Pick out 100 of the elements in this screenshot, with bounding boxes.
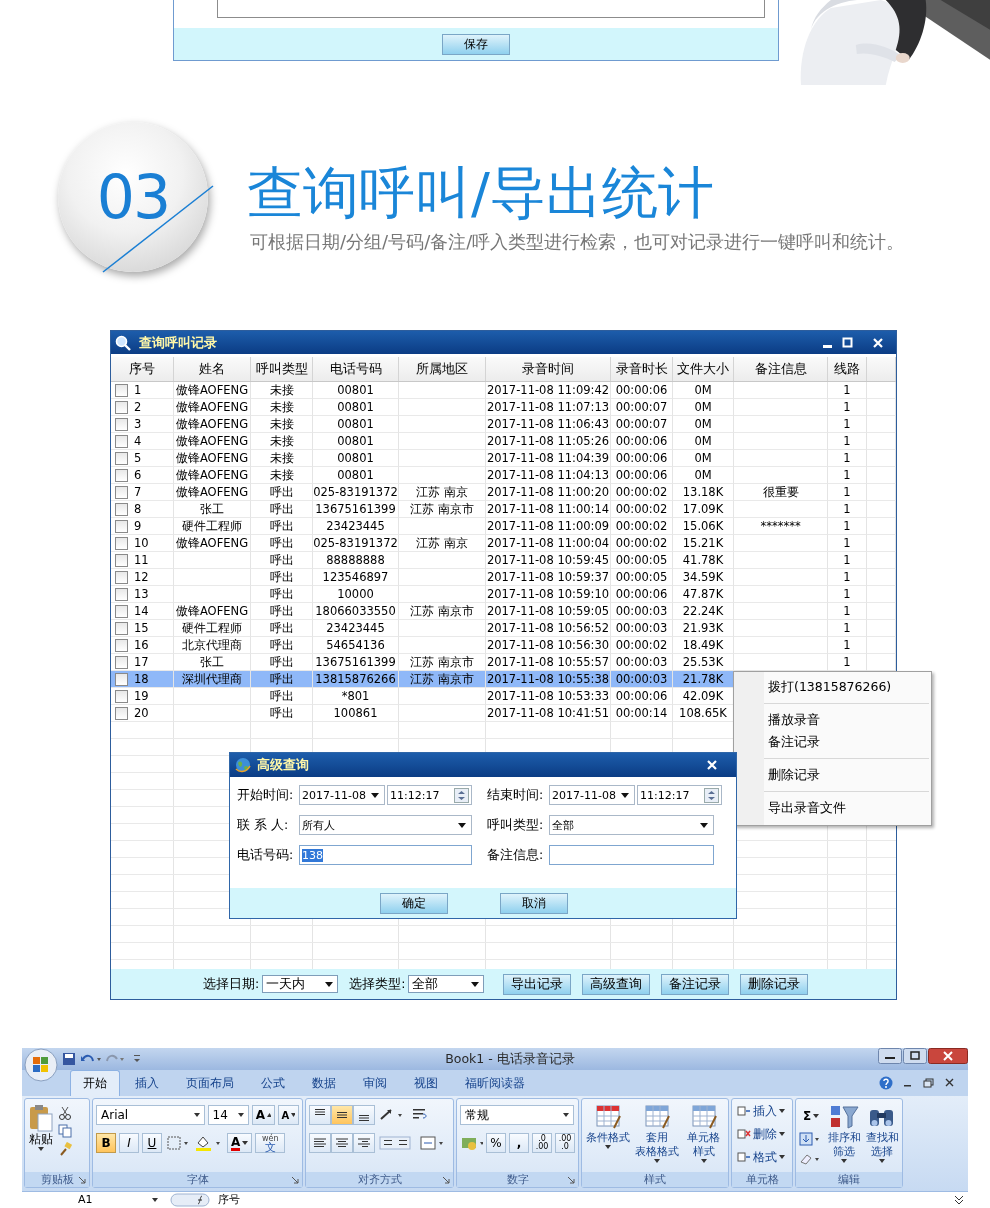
time-field[interactable]: 11:12:17 bbox=[387, 785, 472, 805]
ribbon-tab[interactable]: 福昕阅读器 bbox=[453, 1071, 537, 1096]
ribbon-tab[interactable]: 数据 bbox=[300, 1071, 348, 1096]
spinner-icon[interactable] bbox=[704, 787, 719, 803]
decrease-decimal-button[interactable]: .00 .0 bbox=[555, 1133, 575, 1153]
expand-icon[interactable] bbox=[954, 1194, 964, 1207]
checkbox[interactable] bbox=[115, 587, 128, 601]
checkbox[interactable] bbox=[115, 451, 128, 465]
column-header[interactable]: 文件大小 bbox=[673, 357, 734, 381]
maximize-icon[interactable] bbox=[842, 336, 854, 349]
date-picker[interactable]: 2017-11-08 bbox=[549, 785, 635, 805]
checkbox[interactable] bbox=[115, 434, 128, 448]
checkbox[interactable] bbox=[115, 689, 128, 703]
fill-down-icon[interactable] bbox=[799, 1132, 821, 1146]
checkbox[interactable] bbox=[115, 417, 128, 431]
menu-item[interactable]: 备注记录 bbox=[734, 731, 931, 753]
font-name-dropdown[interactable]: Arial bbox=[96, 1105, 205, 1125]
column-header[interactable]: 姓名 bbox=[174, 357, 251, 381]
sum-button[interactable]: Σ bbox=[799, 1106, 824, 1126]
checkbox[interactable] bbox=[115, 604, 128, 618]
table-row[interactable]: 16 北京代理商 呼出 54654136 2017-11-08 10:56:30 00:00:02 18.49K 1 bbox=[111, 637, 896, 654]
checkbox[interactable] bbox=[115, 672, 128, 686]
table-row[interactable]: 14 傲锋AOFENG 呼出 18066033550 江苏 南京市 2017-11-08 10:59:05 00:00:03 22.24K 1 bbox=[111, 603, 896, 620]
underline-button[interactable]: U bbox=[142, 1133, 162, 1153]
cells-button[interactable]: 插入 bbox=[735, 1101, 789, 1121]
comma-button[interactable]: , bbox=[509, 1133, 529, 1153]
checkbox[interactable] bbox=[115, 621, 128, 635]
formula-field[interactable]: 序号 bbox=[218, 1193, 946, 1208]
ribbon-tab[interactable]: 开始 bbox=[70, 1070, 120, 1096]
table-row[interactable]: 3 傲锋AOFENG 未接 00801 2017-11-08 11:06:43 00:00:07 0M 1 bbox=[111, 416, 896, 433]
eraser-icon[interactable] bbox=[799, 1152, 821, 1166]
dialog-button[interactable]: 取消 bbox=[500, 892, 568, 914]
checkbox[interactable] bbox=[115, 638, 128, 652]
spinner-icon[interactable] bbox=[454, 787, 469, 803]
save-button[interactable]: 保存 bbox=[441, 33, 510, 55]
column-header[interactable]: 所属地区 bbox=[399, 357, 486, 381]
formula-icon[interactable] bbox=[170, 1193, 210, 1208]
phonetic-button[interactable]: wén 文 bbox=[255, 1133, 286, 1153]
toolbar-button[interactable]: 高级查询 bbox=[582, 973, 651, 995]
toolbar-button[interactable]: 导出记录 bbox=[503, 973, 572, 995]
checkbox[interactable] bbox=[115, 502, 128, 516]
table-row[interactable]: 11 呼出 88888888 2017-11-08 10:59:45 00:00:05 41.78K 1 bbox=[111, 552, 896, 569]
maximize-icon[interactable] bbox=[903, 1048, 927, 1064]
dialog-launcher-icon[interactable] bbox=[291, 1176, 299, 1184]
editing-button[interactable]: 排序和 筛选 bbox=[827, 1104, 862, 1172]
checkbox[interactable] bbox=[115, 485, 128, 499]
number-format-dropdown[interactable]: 常规 bbox=[460, 1105, 574, 1125]
align-button[interactable] bbox=[353, 1133, 375, 1153]
shrink-font-button[interactable]: A bbox=[277, 1105, 299, 1125]
align-button[interactable] bbox=[309, 1133, 331, 1153]
checkbox[interactable] bbox=[115, 536, 128, 550]
checkbox[interactable] bbox=[115, 553, 128, 567]
style-button[interactable]: 单元格 样式 bbox=[682, 1104, 725, 1172]
checkbox[interactable] bbox=[115, 570, 128, 584]
ribbon-tab[interactable]: 页面布局 bbox=[174, 1071, 246, 1096]
style-button[interactable]: 条件格式 bbox=[585, 1104, 631, 1172]
dialog-launcher-icon[interactable] bbox=[78, 1176, 86, 1184]
align-button[interactable] bbox=[331, 1133, 353, 1153]
menu-item[interactable]: 导出录音文件 bbox=[734, 797, 931, 819]
table-row[interactable]: 12 呼出 123546897 2017-11-08 10:59:37 00:00:05 34.59K 1 bbox=[111, 569, 896, 586]
table-row[interactable]: 7 傲锋AOFENG 呼出 025-83191372 江苏 南京 2017-11-08 11:00:20 00:00:02 13.18K 很重要 1 bbox=[111, 484, 896, 501]
ribbon-tab[interactable]: 插入 bbox=[123, 1071, 171, 1096]
ribbon-tab[interactable]: 审阅 bbox=[351, 1071, 399, 1096]
table-row[interactable]: 9 硬件工程师 呼出 23423445 2017-11-08 11:00:09 00:00:02 15.06K ******* 1 bbox=[111, 518, 896, 535]
editing-button[interactable]: 查找和 选择 bbox=[865, 1104, 899, 1172]
increase-decimal-button[interactable]: .0 .00 bbox=[532, 1133, 552, 1153]
cells-button[interactable]: 删除 bbox=[735, 1124, 789, 1144]
checkbox[interactable] bbox=[115, 655, 128, 669]
date-picker[interactable]: 2017-11-08 bbox=[299, 785, 385, 805]
bold-button[interactable]: B bbox=[96, 1133, 116, 1153]
cut-icon[interactable] bbox=[58, 1106, 72, 1120]
column-header[interactable]: 线路 bbox=[828, 357, 867, 381]
table-row[interactable]: 15 硬件工程师 呼出 23423445 2017-11-08 10:56:52 00:00:03 21.93K 1 bbox=[111, 620, 896, 637]
cells-button[interactable]: 格式 bbox=[735, 1147, 789, 1167]
type-dropdown[interactable]: 全部 bbox=[408, 975, 485, 993]
time-field[interactable]: 11:12:17 bbox=[637, 785, 722, 805]
checkbox[interactable] bbox=[115, 706, 128, 720]
column-header[interactable]: 电话号码 bbox=[313, 357, 399, 381]
text-area[interactable] bbox=[217, 0, 765, 18]
column-header[interactable]: 录音时长 bbox=[611, 357, 673, 381]
restore-icon[interactable] bbox=[923, 1077, 935, 1089]
ribbon-tab[interactable]: 公式 bbox=[249, 1071, 297, 1096]
table-row[interactable]: 5 傲锋AOFENG 未接 00801 2017-11-08 11:04:39 00:00:06 0M 1 bbox=[111, 450, 896, 467]
copy-icon[interactable] bbox=[58, 1124, 72, 1138]
paste-button[interactable]: 粘贴 bbox=[28, 1104, 54, 1172]
menu-item[interactable]: 删除记录 bbox=[734, 764, 931, 786]
dialog-button[interactable]: 确定 bbox=[380, 892, 448, 914]
table-row[interactable]: 13 呼出 10000 2017-11-08 10:59:10 00:00:06 47.87K 1 bbox=[111, 586, 896, 603]
column-header[interactable]: 备注信息 bbox=[734, 357, 828, 381]
column-header[interactable]: 序号 bbox=[111, 357, 174, 381]
checkbox[interactable] bbox=[115, 468, 128, 482]
checkbox[interactable] bbox=[115, 400, 128, 414]
grow-font-button[interactable]: A bbox=[251, 1105, 275, 1125]
checkbox[interactable] bbox=[115, 383, 128, 397]
close-icon[interactable] bbox=[928, 1048, 968, 1064]
close-icon[interactable] bbox=[944, 1077, 956, 1089]
brush-icon[interactable] bbox=[58, 1142, 72, 1156]
table-row[interactable]: 2 傲锋AOFENG 未接 00801 2017-11-08 11:07:13 00:00:07 0M 1 bbox=[111, 399, 896, 416]
ribbon-tab[interactable]: 视图 bbox=[402, 1071, 450, 1096]
column-header[interactable]: 呼叫类型 bbox=[251, 357, 313, 381]
